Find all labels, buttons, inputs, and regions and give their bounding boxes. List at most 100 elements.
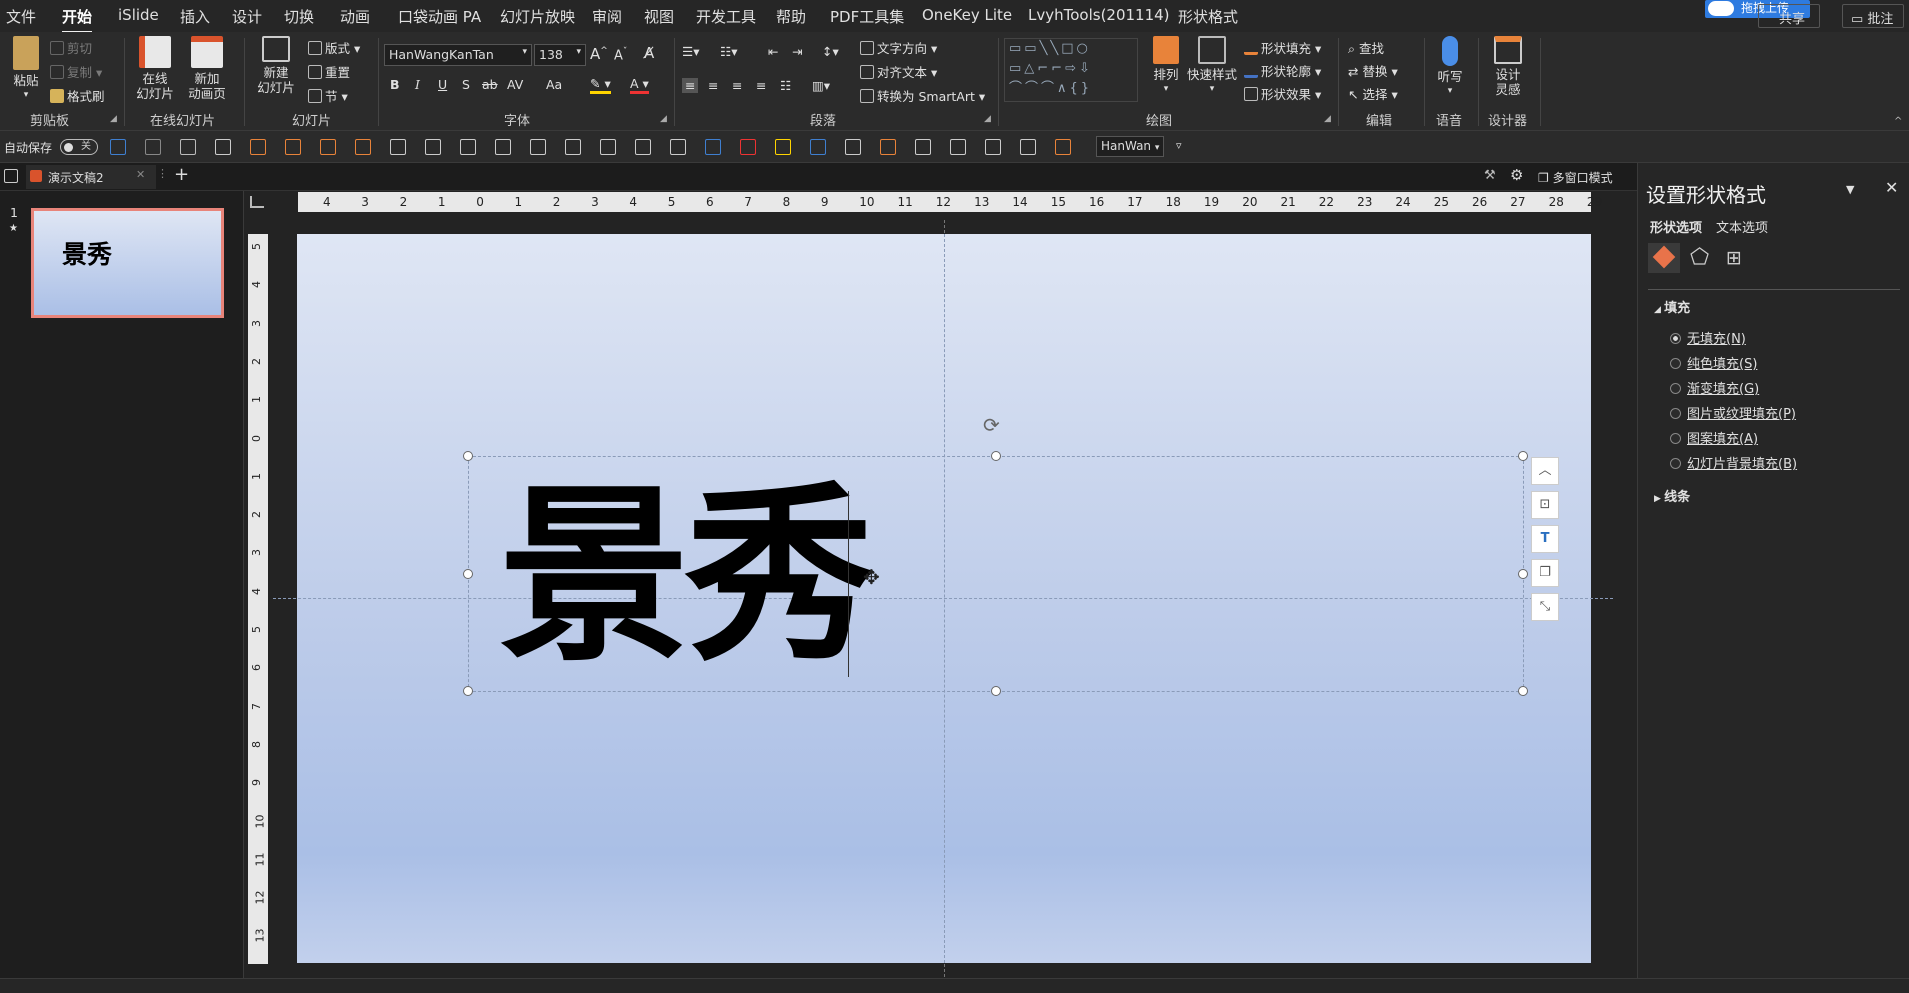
qat-tool-icon[interactable]	[880, 139, 896, 155]
tab-12[interactable]: 帮助	[776, 6, 806, 27]
align-center-icon[interactable]: ≡	[708, 78, 718, 93]
bold-button[interactable]: B	[390, 77, 400, 92]
resize-handle[interactable]	[463, 451, 473, 461]
qat-tool-icon[interactable]	[565, 139, 581, 155]
qat-tool-icon[interactable]	[460, 139, 476, 155]
slide-thumbnail[interactable]: 景秀	[31, 208, 224, 318]
slide[interactable]: 景秀 ✥ ⟳ ︿ ⊡ T ❐ ⤡	[273, 234, 1613, 963]
clear-format-icon[interactable]: A̸	[644, 44, 654, 62]
pane-options-icon[interactable]: ▼	[1846, 183, 1854, 196]
qat-tool-icon[interactable]	[950, 139, 966, 155]
tab-11[interactable]: 开发工具	[696, 6, 756, 27]
design-ideas-button[interactable]: 设计 灵感	[1486, 36, 1530, 97]
line-spacing-icon[interactable]: ↕▾	[822, 44, 839, 59]
font-size-select[interactable]: 138 ▾	[534, 44, 586, 66]
fill-section-toggle[interactable]: ◢ 填充	[1654, 297, 1690, 316]
qat-tool-icon[interactable]	[985, 139, 1001, 155]
paste-button[interactable]: 粘贴 ▾	[8, 36, 44, 103]
qat-tool-icon[interactable]	[425, 139, 441, 155]
numbering-icon[interactable]: ☷▾	[720, 44, 737, 59]
rotate-handle-icon[interactable]: ⟳	[983, 413, 1000, 437]
tab-text-options[interactable]: 文本选项	[1716, 217, 1768, 236]
resize-handle[interactable]	[1518, 686, 1528, 696]
duplicate-icon[interactable]: ❐	[1531, 559, 1559, 587]
find-button[interactable]: ⌕ 查找	[1348, 38, 1384, 57]
resize-icon[interactable]: ⤡	[1531, 593, 1559, 621]
resize-handle[interactable]	[991, 686, 1001, 696]
font-color-icon[interactable]: A ▾	[630, 76, 649, 94]
layout-button[interactable]: 版式 ▾	[308, 38, 360, 57]
fill-line-icon[interactable]	[1648, 243, 1680, 273]
shape-effects-button[interactable]: 形状效果 ▾	[1244, 84, 1321, 103]
dialog-launcher-icon[interactable]: ◢	[110, 114, 117, 124]
copy-button[interactable]: 复制 ▾	[50, 62, 102, 81]
tab-menu-icon[interactable]: ⋮	[157, 167, 168, 180]
scroll-up-icon[interactable]: ︿	[1531, 457, 1559, 485]
resize-handle[interactable]	[1518, 451, 1528, 461]
qat-tool-icon[interactable]	[1020, 139, 1036, 155]
size-properties-icon[interactable]: ⊞	[1726, 247, 1742, 269]
shape-fill-button[interactable]: 形状填充 ▾	[1244, 38, 1321, 57]
online-slides-button[interactable]: 在线 幻灯片	[130, 36, 180, 101]
qat-tool-icon[interactable]	[1055, 139, 1071, 155]
strikethrough-button[interactable]: ab	[482, 77, 498, 92]
qat-tool-icon[interactable]	[600, 139, 616, 155]
tab-13[interactable]: PDF工具集	[830, 6, 904, 27]
format-painter-button[interactable]: 格式刷	[50, 86, 105, 105]
smartart-button[interactable]: 转换为 SmartArt ▾	[860, 86, 985, 105]
tab-3[interactable]: 插入	[180, 6, 210, 27]
align-right-icon[interactable]: ≡	[732, 78, 742, 93]
slide-title-text[interactable]: 景秀	[499, 467, 875, 687]
qat-tool-icon[interactable]	[845, 139, 861, 155]
tab-6[interactable]: 动画	[340, 6, 370, 27]
comment-button[interactable]: ▭ 批注	[1842, 4, 1904, 28]
qat-tool-icon[interactable]	[355, 139, 371, 155]
font-name-select[interactable]: HanWangKanTan ▾	[384, 44, 532, 66]
tab-9[interactable]: 审阅	[592, 6, 622, 27]
resize-handle[interactable]	[991, 451, 1001, 461]
grow-font-button[interactable]: A^	[590, 45, 608, 63]
fill-option-1[interactable]: 纯色填充(S)	[1670, 353, 1757, 372]
text-box-icon[interactable]: T	[1531, 525, 1559, 553]
italic-button[interactable]: I	[415, 77, 420, 92]
highlight-icon[interactable]: ✎ ▾	[590, 76, 611, 94]
multi-window-button[interactable]: ❐ 多窗口模式	[1538, 169, 1613, 186]
distribute-icon[interactable]: ☷	[780, 78, 791, 93]
qat-customize-icon[interactable]: ▿	[1176, 139, 1182, 152]
char-spacing-button[interactable]: AV	[507, 77, 523, 92]
close-icon[interactable]: ✕	[1885, 178, 1898, 197]
tab-8[interactable]: 幻灯片放映	[500, 6, 575, 27]
shadow-button[interactable]: S	[462, 77, 470, 92]
fill-option-0[interactable]: 无填充(N)	[1670, 328, 1746, 347]
fill-option-4[interactable]: 图案填充(A)	[1670, 428, 1758, 447]
tab-14[interactable]: OneKey Lite	[922, 6, 1012, 24]
dictate-button[interactable]: 听写 ▾	[1432, 36, 1468, 99]
tab-7[interactable]: 口袋动画 PA	[398, 6, 481, 27]
shape-outline-button[interactable]: 形状轮廓 ▾	[1244, 61, 1321, 80]
qat-tool-icon[interactable]	[740, 139, 756, 155]
dialog-launcher-icon[interactable]: ◢	[984, 114, 991, 124]
qat-tool-icon[interactable]	[810, 139, 826, 155]
tab-15[interactable]: LvyhTools(201114)	[1028, 6, 1170, 24]
change-case-button[interactable]: Aa	[546, 77, 562, 92]
share-button[interactable]: 共享	[1758, 4, 1820, 28]
qat-tool-icon[interactable]	[635, 139, 651, 155]
tab-16[interactable]: 形状格式	[1178, 6, 1238, 27]
qat-tool-icon[interactable]	[215, 139, 231, 155]
quick-styles-button[interactable]: 快速样式 ▾	[1186, 36, 1238, 97]
tools-icon[interactable]: ⚒	[1484, 168, 1496, 183]
effects-pentagon-icon[interactable]: ⬠	[1690, 245, 1709, 270]
reset-button[interactable]: 重置	[308, 62, 350, 81]
increase-indent-icon[interactable]: ⇥	[792, 44, 802, 59]
qat-tool-icon[interactable]	[530, 139, 546, 155]
new-slide-button[interactable]: 新建 幻灯片	[250, 36, 302, 95]
tab-0[interactable]: 文件	[6, 6, 36, 27]
tab-4[interactable]: 设计	[232, 6, 262, 27]
decrease-indent-icon[interactable]: ⇤	[768, 44, 778, 59]
qat-tool-icon[interactable]	[775, 139, 791, 155]
align-left-icon[interactable]: ≡	[682, 78, 699, 93]
qat-tool-icon[interactable]	[145, 139, 161, 155]
qat-tool-icon[interactable]	[250, 139, 266, 155]
gear-icon[interactable]: ⚙	[1510, 166, 1523, 184]
qat-tool-icon[interactable]	[705, 139, 721, 155]
